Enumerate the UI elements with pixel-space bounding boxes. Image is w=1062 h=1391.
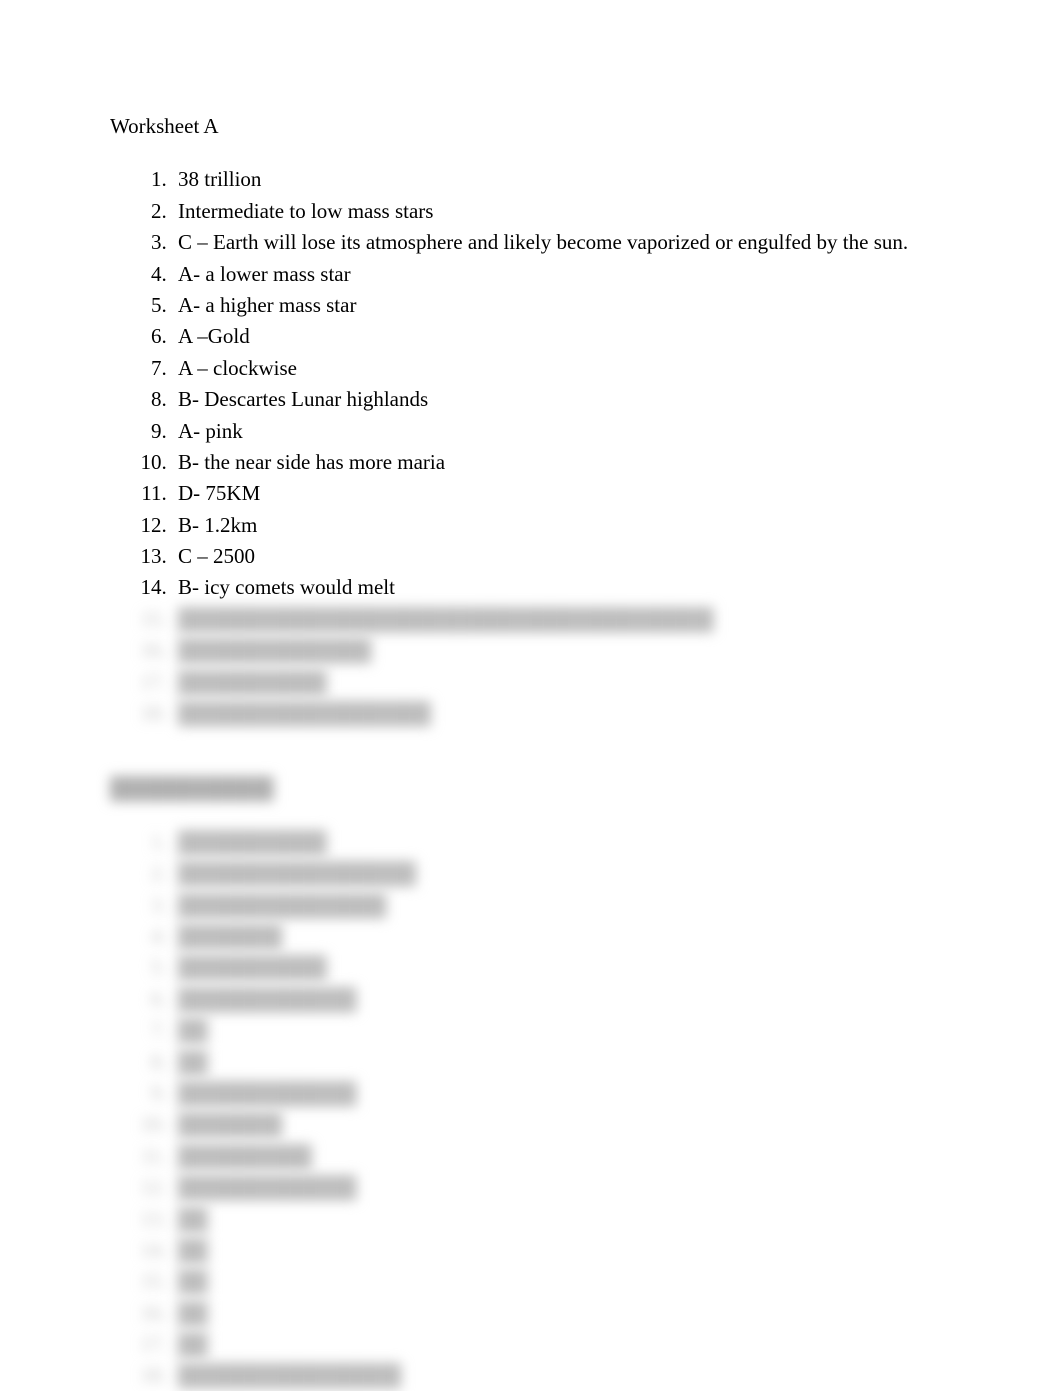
list-item: D- 75KM (172, 479, 952, 508)
list-item-hidden: █████████████ (172, 636, 952, 665)
list-item-hidden: ██████████ (172, 953, 952, 982)
list-item: B- icy comets would melt (172, 573, 952, 602)
list-item-hidden: ██ (172, 1299, 952, 1328)
list-item-hidden: ██ (172, 1236, 952, 1265)
list-item-hidden: ██████████ (172, 828, 952, 857)
list-item: A –Gold (172, 322, 952, 351)
list-item-hidden: ██ (172, 1016, 952, 1045)
list-item: B- the near side has more maria (172, 448, 952, 477)
list-item-hidden: ████████████████████████████████████ (172, 605, 952, 634)
list-item-hidden: ███████ (172, 1110, 952, 1139)
list-item-hidden: ███████████████ (172, 1361, 952, 1390)
list-item-hidden: ██ (172, 1330, 952, 1359)
list-item-hidden: ██ (172, 1267, 952, 1296)
list-item: B- 1.2km (172, 511, 952, 540)
list-item: 38 trillion (172, 165, 952, 194)
list-item-hidden: ██ (172, 1205, 952, 1234)
list-item: B- Descartes Lunar highlands (172, 385, 952, 414)
list-item: C – Earth will lose its atmosphere and l… (172, 228, 952, 257)
worksheet-a-title: Worksheet A (110, 112, 952, 141)
worksheet-a-list: 38 trillion Intermediate to low mass sta… (110, 165, 952, 728)
list-item: C – 2500 (172, 542, 952, 571)
list-item-hidden: ██████████████ (172, 891, 952, 920)
list-item-hidden: ██ (172, 1048, 952, 1077)
worksheet-b-title-hidden: ███████████ (110, 774, 952, 803)
list-item-hidden: ████████████ (172, 1173, 952, 1202)
list-item-hidden: ██████████ (172, 668, 952, 697)
worksheet-b-list-hidden: ██████████ ████████████████ ████████████… (110, 828, 952, 1391)
list-item: Intermediate to low mass stars (172, 197, 952, 226)
list-item: A- a lower mass star (172, 260, 952, 289)
list-item: A- a higher mass star (172, 291, 952, 320)
list-item-hidden: █████████ (172, 1142, 952, 1171)
list-item-hidden: █████████████████ (172, 699, 952, 728)
list-item-hidden: ███████ (172, 922, 952, 951)
list-item: A – clockwise (172, 354, 952, 383)
list-item: A- pink (172, 417, 952, 446)
list-item-hidden: ████████████████ (172, 859, 952, 888)
list-item-hidden: ████████████ (172, 1079, 952, 1108)
list-item-hidden: ████████████ (172, 985, 952, 1014)
